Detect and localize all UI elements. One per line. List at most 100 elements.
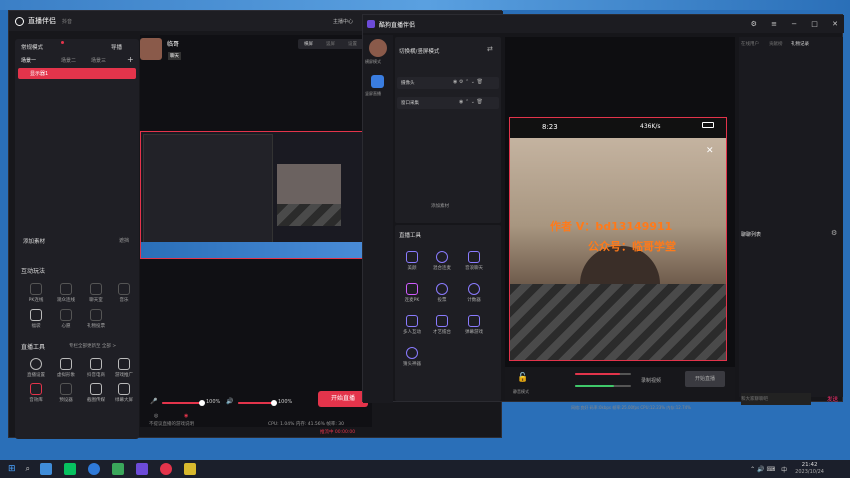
avatar-icon xyxy=(60,358,72,370)
unlock-icon[interactable]: 🔓 xyxy=(517,373,528,383)
user-avatar[interactable] xyxy=(140,38,162,60)
rtool-chat[interactable]: 音浪聊天 xyxy=(459,251,489,271)
footer-note[interactable]: 不提议直播的游戏说明 xyxy=(149,421,194,427)
scene-tab-2[interactable]: 场景二 xyxy=(61,57,76,64)
source-window-controls[interactable]: ◉ ⌃ ⌄ 🗑 xyxy=(459,99,483,105)
source-window-label: 窗口采集 xyxy=(401,101,419,106)
right-app-logo-icon xyxy=(367,20,375,28)
speaker-icon[interactable]: 🔊 xyxy=(226,398,233,405)
taskview-icon[interactable] xyxy=(40,463,53,475)
rtool-vote[interactable]: 投票 xyxy=(427,283,457,303)
right-titlebar: 酷狗直播伴侣 ⚙ ≡ − □ ✕ xyxy=(363,15,844,33)
tool-live-settings[interactable]: 直播设置 xyxy=(21,358,51,378)
mask-button[interactable]: 遮挡 xyxy=(119,237,129,244)
chat-input[interactable] xyxy=(741,393,811,405)
anchor-center-link[interactable]: 主播中心 xyxy=(333,18,353,25)
rtool-talent[interactable]: 才艺擂台 xyxy=(427,315,457,335)
tool-sound[interactable]: 音效库 xyxy=(21,383,51,403)
rtool-multi[interactable]: 多人互动 xyxy=(397,315,427,335)
portrait-nav-icon[interactable] xyxy=(371,75,384,88)
tab-portrait[interactable]: 竖屏 xyxy=(326,41,335,47)
wechat-icon[interactable] xyxy=(64,463,77,475)
switch-mode-label: 切换横/竖屏模式 xyxy=(399,49,440,55)
right-user-avatar[interactable] xyxy=(369,39,387,57)
add-material-button[interactable]: 添加素材 xyxy=(23,237,45,245)
tool-wish[interactable]: 心愿 xyxy=(51,309,81,329)
send-button[interactable]: 发送 xyxy=(827,395,838,403)
tab-online-users[interactable]: 在线用户 xyxy=(741,41,759,47)
speaker-volume-slider[interactable] xyxy=(238,400,277,406)
camera-icon[interactable]: ◎ xyxy=(154,413,158,419)
tool-screenshot[interactable]: 截图传媒 xyxy=(81,383,111,403)
tool-avatar[interactable]: 虚拟形象 xyxy=(51,358,81,378)
tool-audience-link[interactable]: 观众连线 xyxy=(51,283,81,303)
app-green-icon[interactable] xyxy=(112,463,125,475)
right-start-live-button[interactable]: 开始直播 xyxy=(685,371,725,387)
rtool-counter[interactable]: 计数器 xyxy=(459,283,489,303)
mic-volume-slider[interactable] xyxy=(162,400,205,406)
tool-chatroom[interactable]: 聊天室 xyxy=(81,283,111,303)
rtool-pk[interactable]: 连麦PK xyxy=(397,283,427,303)
tab-landscape[interactable]: 横屏 xyxy=(304,41,313,47)
tool-ecommerce[interactable]: 抖音电商 xyxy=(81,358,111,378)
douyin-live-icon[interactable] xyxy=(160,463,173,475)
scene-item-selected[interactable]: 显示器1 xyxy=(18,68,136,79)
rtool-mixed-link[interactable]: 混合连麦 xyxy=(427,251,457,271)
record-video-button[interactable]: 录制视频 xyxy=(641,377,661,384)
source-camera[interactable]: 摄像头 ◉ ⚙ ⌃ ⌄ 🗑 xyxy=(397,77,499,89)
tool-greenscreen[interactable]: 绿幕大屏 xyxy=(109,383,139,403)
tool-luckybag[interactable]: 福袋 xyxy=(21,309,51,329)
source-camera-controls[interactable]: ◉ ⚙ ⌃ ⌄ 🗑 xyxy=(453,79,483,85)
start-icon[interactable]: ⊞ xyxy=(8,464,16,474)
close-overlay-icon[interactable]: ✕ xyxy=(706,146,714,156)
phone-capture-frame[interactable]: 8:23 436K/s ✕ 作者 V：bd13149911 公众号：临哥学堂 xyxy=(509,117,727,361)
tab-settings[interactable]: 设置 xyxy=(348,41,357,47)
screen-capture-preview[interactable] xyxy=(140,131,370,259)
kugou-live-icon[interactable] xyxy=(136,463,149,475)
search-icon[interactable]: ⌕ xyxy=(26,464,30,474)
right-speaker-slider[interactable] xyxy=(575,385,631,387)
tool-game-promo[interactable]: 游戏推广 xyxy=(109,358,139,378)
record-icon[interactable]: ◉ xyxy=(184,413,188,419)
right-mic-slider[interactable] xyxy=(575,373,631,375)
right-app-title: 酷狗直播伴侣 xyxy=(379,21,416,29)
add-scene-icon[interactable]: + xyxy=(127,55,134,64)
mic-icon[interactable]: 🎤 xyxy=(150,398,157,405)
switch-mode-icon[interactable]: ⇄ xyxy=(487,45,493,53)
tool-screenshot-label: 截图传媒 xyxy=(87,398,105,403)
chat-settings-icon[interactable]: ⚙ xyxy=(831,229,837,237)
tab-contribution[interactable]: 贡献榜 xyxy=(769,41,783,47)
tab-gift-record[interactable]: 礼物记录 xyxy=(791,41,809,47)
tool-pk[interactable]: PK连线 xyxy=(21,283,51,303)
cart-icon xyxy=(90,358,102,370)
tool-greenscreen-label: 绿幕大屏 xyxy=(115,398,133,403)
import-button[interactable]: 导播 xyxy=(111,43,122,51)
tray-icons[interactable]: ⌃ 🔊 ⌨ xyxy=(750,466,775,473)
scene-tab-3[interactable]: 场景三 xyxy=(91,57,106,64)
source-window[interactable]: 窗口采集 ◉ ⌃ ⌄ 🗑 xyxy=(397,97,499,109)
rtool-beauty[interactable]: 美颜 xyxy=(397,251,427,271)
link-icon xyxy=(436,251,448,263)
monitor-icon xyxy=(118,383,130,395)
tools-hint[interactable]: 专栏全部更新至 全部 > xyxy=(69,343,116,349)
app-yellow-icon[interactable] xyxy=(184,463,197,475)
mode-select[interactable]: 常规模式 xyxy=(21,43,43,51)
tool-preset[interactable]: 预设器 xyxy=(51,383,81,403)
start-live-button-left[interactable]: 开始直播 xyxy=(318,391,368,407)
scene-tab-1[interactable]: 场景一 xyxy=(21,57,36,64)
clock[interactable]: 21:42 2023/10/24 xyxy=(795,462,824,476)
tool-gift-vote[interactable]: 礼物投票 xyxy=(81,309,111,329)
tool-music[interactable]: 音乐 xyxy=(109,283,139,303)
screenshot-icon xyxy=(90,383,102,395)
right-bottom-controls: 🔓 静音模式 录制视频 开始直播 xyxy=(505,367,735,401)
nav-portrait[interactable]: 竖屏直播 xyxy=(365,91,381,97)
window-controls[interactable]: ⚙ ≡ − □ ✕ xyxy=(751,20,844,28)
browser-icon[interactable] xyxy=(88,463,101,475)
nav-landscape[interactable]: 横屏模式 xyxy=(365,59,381,65)
chat-icon xyxy=(468,251,480,263)
right-tools-title: 直播工具 xyxy=(399,233,422,239)
add-source-button[interactable]: 添加素材 xyxy=(431,203,449,209)
rtool-danmaku-game[interactable]: 弹幕游戏 xyxy=(459,315,489,335)
ime-indicator[interactable]: 中 xyxy=(781,465,787,474)
rtool-guess[interactable]: 猜头神器 xyxy=(397,347,427,367)
